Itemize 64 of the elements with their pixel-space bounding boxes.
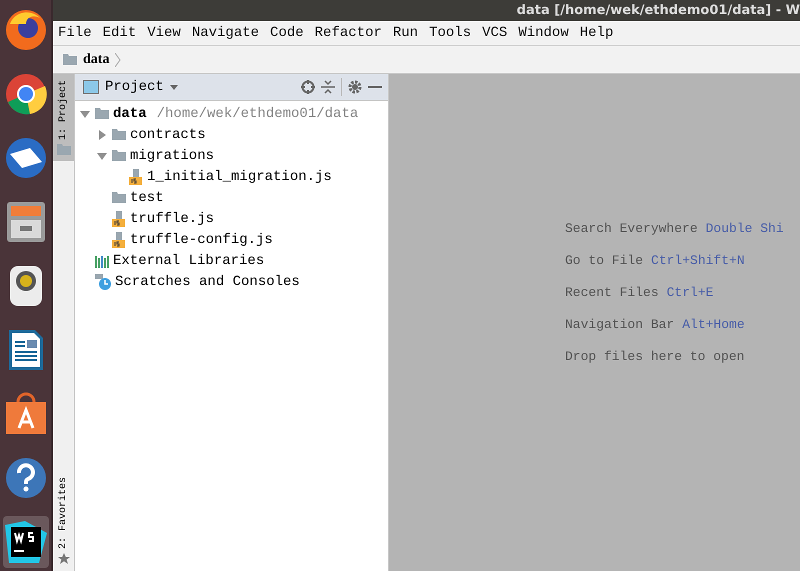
collapse-arrow-icon[interactable] [96, 128, 108, 140]
tree-item-label[interactable]: data [113, 106, 147, 122]
folder-icon [63, 54, 77, 65]
window-title: data [/home/wek/ethdemo01/data] - W [516, 3, 800, 18]
window-icon [83, 80, 99, 94]
menu-item[interactable]: Code [270, 25, 304, 41]
menu-item[interactable]: Window [518, 25, 569, 41]
folder-icon [95, 108, 109, 119]
help-icon[interactable] [4, 457, 46, 499]
tree-item-label[interactable]: truffle-config.js [130, 232, 273, 248]
chevron-icon [115, 52, 122, 66]
menu-item[interactable]: Run [392, 25, 418, 41]
tree-item-label[interactable]: truffle.js [130, 210, 214, 226]
menu-item[interactable]: Refactor [314, 25, 382, 41]
menu-item[interactable]: VCS [482, 25, 508, 41]
menu-item[interactable]: Edit [102, 25, 136, 41]
hint-text: Recent Files [565, 285, 659, 300]
hint-text: Drop files here to open [565, 349, 744, 364]
chrome-icon[interactable] [4, 72, 48, 116]
js-file-icon [112, 210, 126, 226]
tool-window-tab[interactable]: 2: Favorites [53, 470, 74, 571]
hint-text: Go to File [565, 253, 644, 268]
menu-item[interactable]: Tools [429, 25, 472, 41]
star-icon [58, 553, 70, 565]
folder-icon [56, 144, 70, 156]
minimize-icon[interactable] [368, 86, 382, 88]
tree-item-label[interactable]: migrations [130, 148, 214, 164]
target-icon[interactable] [301, 80, 315, 94]
speaker-icon[interactable] [8, 264, 44, 308]
hint-text: Search Everywhere [565, 221, 698, 236]
document-icon[interactable] [6, 328, 44, 372]
menu-item[interactable]: View [147, 25, 181, 41]
tree-item-label[interactable]: 1_initial_migration.js [147, 168, 332, 184]
shopping-bag-icon[interactable] [4, 392, 46, 436]
mail-icon[interactable] [4, 136, 48, 180]
panel-title[interactable]: Project [105, 79, 164, 95]
scratch-clock-icon [95, 274, 111, 290]
webstorm-icon[interactable] [4, 521, 46, 563]
menu-item[interactable]: File [58, 25, 92, 41]
collapse-all-icon[interactable] [321, 80, 335, 94]
folder-icon [112, 192, 126, 203]
tree-item-label[interactable]: test [130, 190, 164, 206]
tree-item-label[interactable]: Scratches and Consoles [115, 274, 300, 290]
menu-item[interactable]: Help [580, 25, 614, 41]
file-cabinet-icon[interactable] [6, 200, 46, 244]
project-path: /home/wek/ethdemo01/data [156, 106, 358, 122]
shortcut-text: Ctrl+E [666, 285, 714, 300]
settings-icon[interactable] [348, 80, 362, 94]
tree-item-label[interactable]: contracts [130, 126, 206, 142]
js-file-icon [129, 168, 143, 184]
library-icon [95, 254, 109, 268]
js-file-icon [112, 232, 126, 248]
breadcrumb-item[interactable]: data [83, 52, 110, 68]
firefox-icon[interactable] [4, 8, 48, 52]
shortcut-text: Alt+Home [682, 317, 745, 332]
shortcut-text: Double Shi [706, 221, 784, 236]
hint-text: Navigation Bar [565, 317, 674, 332]
tree-item-label[interactable]: External Libraries [113, 252, 264, 268]
tool-window-tab[interactable]: 1: Project [53, 74, 74, 162]
folder-icon [112, 150, 126, 161]
dropdown-caret-icon[interactable] [170, 84, 178, 90]
menu-item[interactable]: Navigate [192, 25, 260, 41]
folder-icon [112, 129, 126, 140]
shortcut-text: Ctrl+Shift+N [651, 253, 745, 268]
